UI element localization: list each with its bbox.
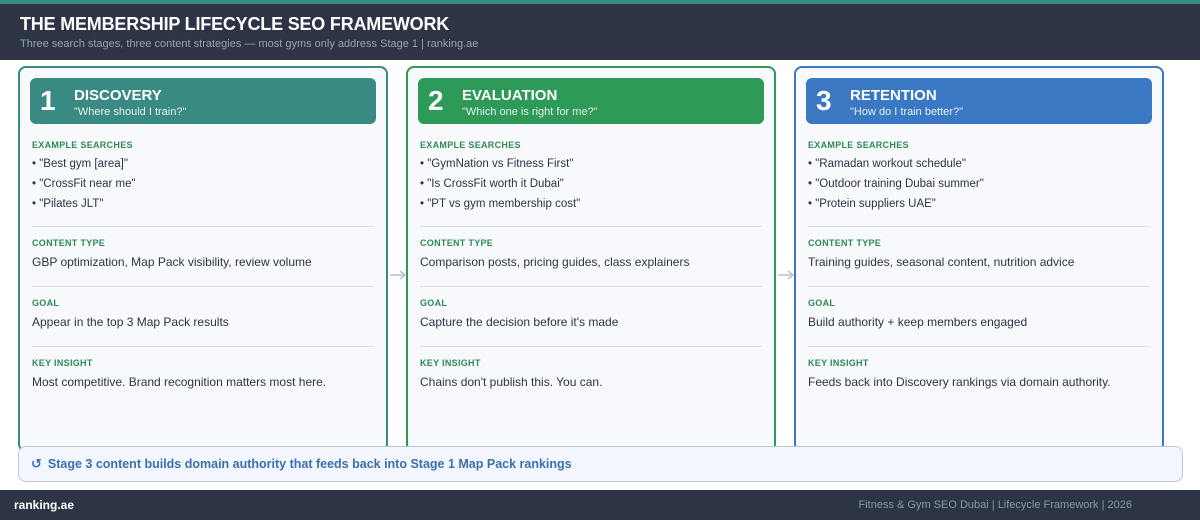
search-item: • "Pilates JLT" (32, 198, 104, 210)
goal-label: GOAL (420, 298, 448, 308)
divider (420, 346, 762, 347)
goal-label: GOAL (32, 298, 60, 308)
insight-label: KEY INSIGHT (808, 358, 869, 368)
search-item: • "GymNation vs Fitness First" (420, 158, 574, 170)
stage-number: 2 (428, 85, 444, 116)
footer-brand: ranking.ae (14, 498, 75, 512)
stage-number: 3 (816, 85, 832, 116)
insight-text: Feeds back into Discovery rankings via d… (808, 375, 1111, 389)
searches-label: EXAMPLE SEARCHES (808, 140, 909, 150)
search-item: • "Best gym [area]" (32, 158, 128, 170)
search-item: • "Ramadan workout schedule" (808, 158, 966, 170)
stage-header: 3 RETENTION "How do I train better?" (806, 78, 1152, 124)
page-subtitle: Three search stages, three content strat… (20, 38, 479, 50)
goal-label: GOAL (808, 298, 836, 308)
insight-text: Most competitive. Brand recognition matt… (32, 375, 327, 389)
divider (808, 286, 1150, 287)
stage-name: DISCOVERY (74, 87, 162, 104)
goal-text: Build authority + keep members engaged (808, 315, 1028, 329)
footer-meta: Fitness & Gym SEO Dubai | Lifecycle Fram… (858, 499, 1132, 511)
stage-question: "How do I train better?" (850, 106, 963, 118)
searches-label: EXAMPLE SEARCHES (420, 140, 521, 150)
stage-header: 2 EVALUATION "Which one is right for me?… (418, 78, 764, 124)
search-item: • "PT vs gym membership cost" (420, 198, 581, 210)
content-type-text: GBP optimization, Map Pack visibility, r… (32, 255, 312, 269)
page-title: THE MEMBERSHIP LIFECYCLE SEO FRAMEWORK (20, 14, 450, 34)
divider (32, 286, 374, 287)
divider (420, 286, 762, 287)
footer: ranking.ae Fitness & Gym SEO Dubai | Lif… (0, 490, 1200, 520)
insight-label: KEY INSIGHT (420, 358, 481, 368)
searches-label: EXAMPLE SEARCHES (32, 140, 133, 150)
arrow-right-icon (778, 270, 795, 280)
search-item: • "Protein suppliers UAE" (808, 198, 936, 210)
search-item: • "Outdoor training Dubai summer" (808, 178, 984, 190)
stage-card-retention: 3 RETENTION "How do I train better?" EXA… (794, 66, 1164, 452)
stage-header: 1 DISCOVERY "Where should I train?" (30, 78, 376, 124)
stage-name: EVALUATION (462, 87, 558, 104)
callout-text: Stage 3 content builds domain authority … (47, 457, 572, 471)
content-type-text: Training guides, seasonal content, nutri… (808, 255, 1075, 269)
content-type-label: CONTENT TYPE (420, 238, 494, 248)
stage-card-discovery: 1 DISCOVERY "Where should I train?" EXAM… (18, 66, 388, 452)
stage-number: 1 (40, 85, 56, 116)
stage-name: RETENTION (850, 87, 937, 104)
divider (808, 226, 1150, 227)
cycle-arrow-icon: ↺ (31, 456, 42, 471)
search-item: • "CrossFit near me" (32, 178, 136, 190)
divider (420, 226, 762, 227)
goal-text: Appear in the top 3 Map Pack results (32, 315, 229, 329)
content-type-label: CONTENT TYPE (32, 238, 106, 248)
content-type-text: Comparison posts, pricing guides, class … (420, 255, 690, 269)
stage-card-evaluation: 2 EVALUATION "Which one is right for me?… (406, 66, 776, 452)
feedback-callout: ↺ Stage 3 content builds domain authorit… (18, 446, 1183, 482)
stage-question: "Where should I train?" (74, 106, 187, 118)
insight-label: KEY INSIGHT (32, 358, 93, 368)
search-item: • "Is CrossFit worth it Dubai" (420, 178, 564, 190)
stage-question: "Which one is right for me?" (462, 106, 598, 118)
divider (32, 226, 374, 227)
header: THE MEMBERSHIP LIFECYCLE SEO FRAMEWORK T… (0, 4, 1200, 60)
goal-text: Capture the decision before it's made (420, 315, 619, 329)
divider (32, 346, 374, 347)
arrow-right-icon (390, 270, 407, 280)
insight-text: Chains don't publish this. You can. (420, 375, 603, 389)
divider (808, 346, 1150, 347)
content-type-label: CONTENT TYPE (808, 238, 882, 248)
